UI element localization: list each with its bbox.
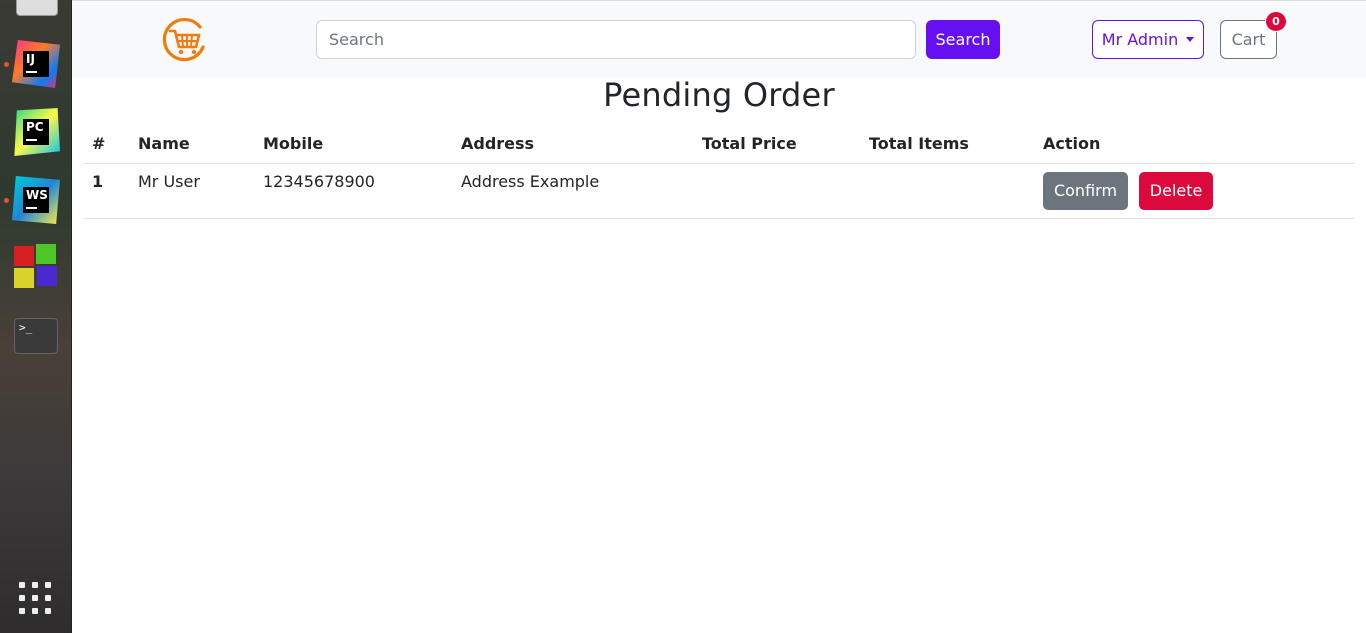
running-indicator xyxy=(4,62,9,67)
column-header-action: Action xyxy=(1035,124,1354,164)
show-applications-icon[interactable] xyxy=(19,582,53,616)
search-button[interactable]: Search xyxy=(926,20,1000,59)
search-input[interactable] xyxy=(316,20,916,59)
webstorm-label: WS xyxy=(23,187,49,213)
table-row: 1 Mr User 12345678900 Address Example Co… xyxy=(84,163,1354,219)
user-menu-dropdown[interactable]: Mr Admin xyxy=(1092,20,1204,59)
row-mobile: 12345678900 xyxy=(255,163,453,219)
blue-cube xyxy=(37,266,57,286)
column-header-total-price: Total Price xyxy=(694,124,861,164)
pending-orders-table: # Name Mobile Address Total Price Total … xyxy=(84,124,1354,219)
table-header-row: # Name Mobile Address Total Price Total … xyxy=(84,124,1354,164)
cubes-app-icon[interactable] xyxy=(12,244,60,292)
intellij-idea-label: IJ xyxy=(23,51,49,77)
delete-order-button[interactable]: Delete xyxy=(1139,171,1214,210)
cart-count-badge: 0 xyxy=(1265,11,1287,32)
navbar: Search Mr Admin Cart 0 xyxy=(72,0,1366,77)
column-header-name: Name xyxy=(130,124,255,164)
column-header-address: Address xyxy=(453,124,694,164)
column-header-mobile: Mobile xyxy=(255,124,453,164)
terminal-prompt: >_ xyxy=(19,321,33,334)
chevron-down-icon xyxy=(1186,37,1195,42)
row-address: Address Example xyxy=(453,163,694,219)
running-indicator xyxy=(4,198,9,203)
page-title: Pending Order xyxy=(603,76,835,114)
shopping-cart-logo-icon[interactable] xyxy=(162,17,208,63)
yellow-cube xyxy=(14,268,34,288)
webstorm-icon[interactable]: WS xyxy=(12,176,60,224)
row-total-items xyxy=(861,163,1035,219)
row-actions: Confirm Delete xyxy=(1035,163,1354,219)
files-app-icon[interactable] xyxy=(16,0,58,16)
confirm-order-button[interactable]: Confirm xyxy=(1043,171,1128,210)
ubuntu-dock: IJ PC WS >_ xyxy=(0,0,72,633)
column-header-index: # xyxy=(84,124,130,164)
intellij-idea-icon[interactable]: IJ xyxy=(12,40,60,88)
pycharm-label: PC xyxy=(23,119,49,145)
green-cube xyxy=(36,244,56,264)
column-header-total-items: Total Items xyxy=(861,124,1035,164)
terminal-icon[interactable]: >_ xyxy=(14,318,58,354)
user-menu-label: Mr Admin xyxy=(1101,30,1179,49)
pycharm-icon[interactable]: PC xyxy=(14,108,60,156)
row-index: 1 xyxy=(84,163,130,219)
row-name: Mr User xyxy=(130,163,255,219)
red-cube xyxy=(14,246,34,266)
row-total-price xyxy=(694,163,861,219)
